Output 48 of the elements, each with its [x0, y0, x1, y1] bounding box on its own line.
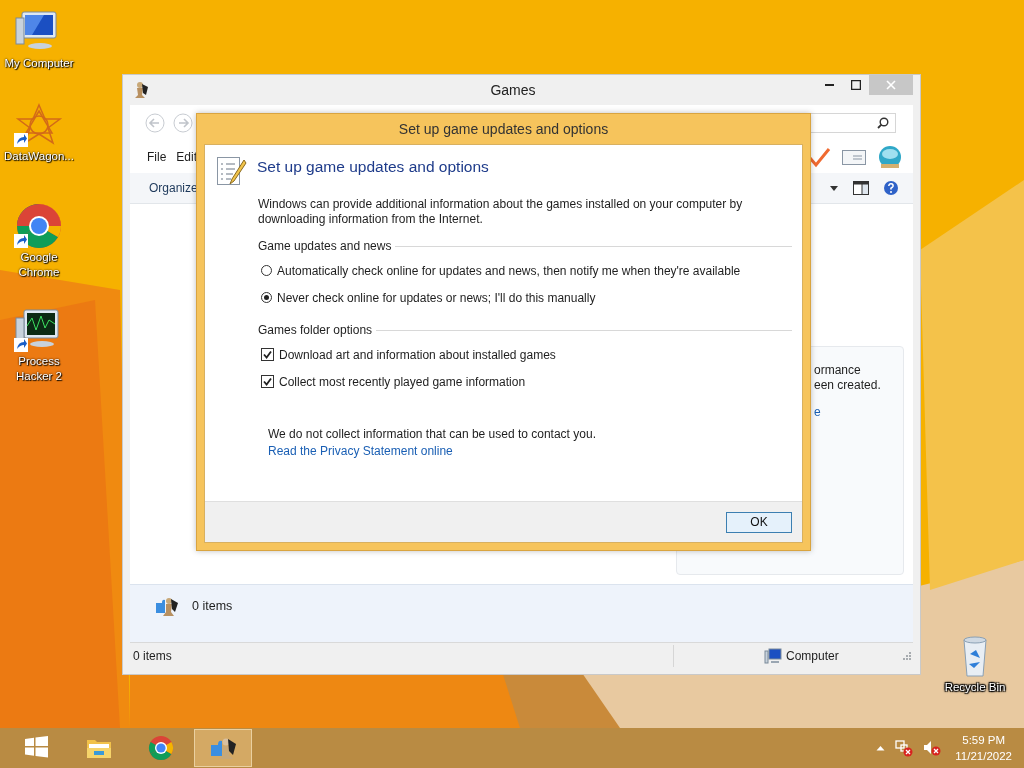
caret-icon[interactable]: [829, 184, 839, 192]
emblem-icon[interactable]: [14, 101, 64, 149]
group-label: Game updates and news: [258, 239, 392, 253]
menu-item[interactable]: Edit: [176, 150, 198, 164]
intro-text: Windows can provide additional information about the games installed on your computer by downloading information from the Internet.: [258, 197, 744, 227]
menu-item[interactable]: File: [147, 150, 167, 164]
browser-icon[interactable]: [14, 202, 64, 250]
radio-button[interactable]: [261, 292, 272, 303]
computer-icon: [764, 647, 782, 664]
resize-grip-icon[interactable]: [903, 651, 911, 660]
notepad-pencil-icon: [215, 155, 247, 187]
preview-pane-icon[interactable]: [853, 181, 869, 195]
checkmark-icon: [263, 377, 272, 386]
browser-icon: [147, 734, 175, 762]
option-label[interactable]: Never check online for updates or news; I'll do this manually: [277, 290, 596, 305]
chess-piece-icon: [133, 81, 149, 99]
status-text: Computer: [786, 648, 839, 663]
panel-text: een created.: [814, 378, 882, 393]
search-icon[interactable]: [877, 117, 889, 129]
panel-link[interactable]: e: [814, 405, 821, 420]
checkbox[interactable]: [261, 375, 274, 388]
search-field[interactable]: [808, 113, 896, 133]
option-label[interactable]: Automatically check online for updates and news, then notify me when they're available: [277, 263, 741, 278]
taskbar-button[interactable]: [194, 729, 252, 767]
help-icon[interactable]: [883, 180, 899, 196]
checkbox[interactable]: [261, 348, 274, 361]
checkmark-icon: [263, 350, 272, 359]
network-error-icon[interactable]: [895, 739, 914, 757]
caret-up-icon[interactable]: [876, 745, 886, 751]
group-label: Games folder options: [258, 323, 373, 337]
privacy-link[interactable]: Read the Privacy Statement online: [268, 444, 453, 458]
window-title: Games: [489, 82, 537, 98]
panel-text: ormance: [814, 363, 862, 378]
organize-button[interactable]: Organize: [149, 181, 198, 195]
maximize-icon: [851, 80, 861, 90]
note-text: We do not collect information that can be used to contact you.: [268, 427, 596, 441]
dialog-title: Set up game updates and options: [397, 120, 610, 139]
dialog-heading: Set up game updates and options: [257, 157, 489, 176]
games-icon: [154, 595, 180, 619]
option-label[interactable]: Collect most recently played game information: [279, 374, 526, 389]
radio-button[interactable]: [261, 265, 272, 276]
volume-muted-icon[interactable]: [923, 739, 942, 757]
details-text: 0 items: [192, 598, 233, 613]
status-text: 0 items: [132, 648, 173, 663]
option-label[interactable]: Download art and information about installed games: [279, 347, 556, 362]
close-icon: [886, 80, 896, 90]
globe-icon[interactable]: [877, 145, 903, 169]
ok-button[interactable]: OK: [726, 511, 792, 533]
